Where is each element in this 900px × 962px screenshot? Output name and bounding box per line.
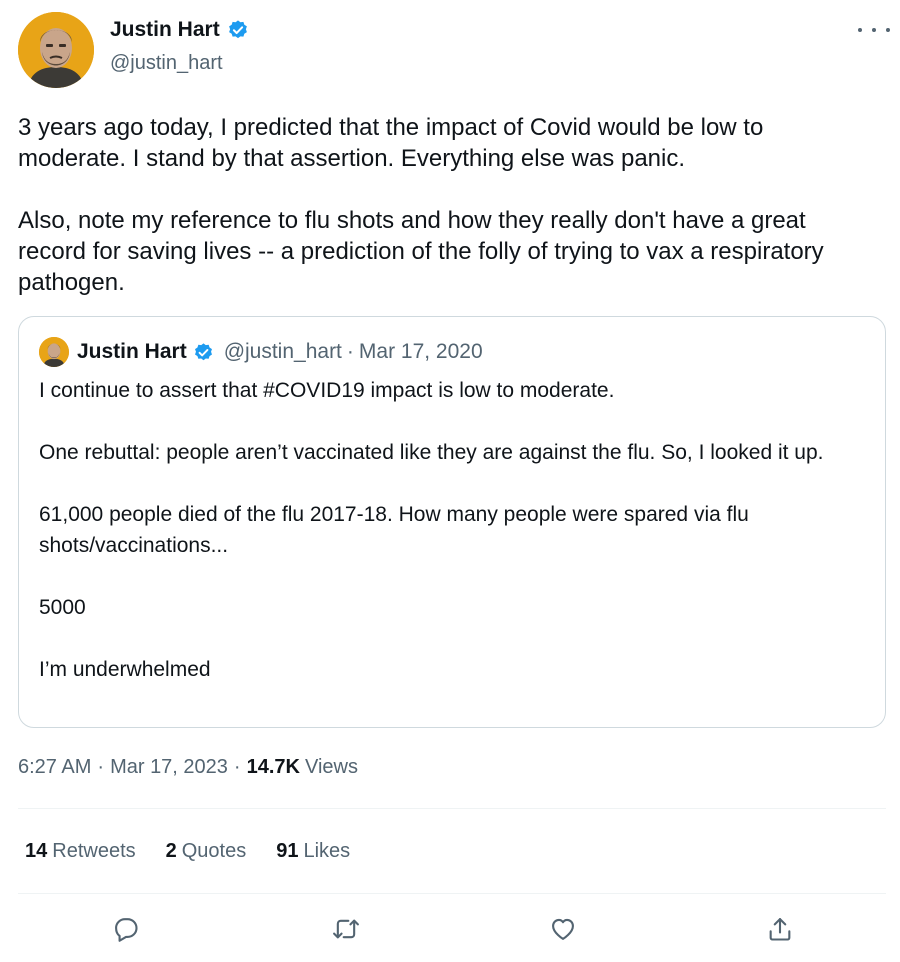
tweet-time[interactable]: 6:27 AM (18, 756, 91, 779)
quoted-tweet[interactable]: Justin Hart @justin_hart · Mar 17, 2020 … (18, 316, 886, 728)
quoted-tweet-text: I continue to assert that #COVID19 impac… (39, 379, 824, 681)
quoted-author-avatar (39, 337, 69, 367)
verified-badge-icon (227, 19, 249, 41)
retweet-icon[interactable] (329, 912, 363, 946)
dot-separator: · (97, 756, 105, 778)
share-icon[interactable] (763, 912, 797, 946)
quoted-author-handle: @justin_hart (223, 340, 342, 363)
retweets-count: 14 (25, 840, 48, 862)
avatar-portrait-icon (39, 337, 69, 367)
views-count: 14.7K (246, 756, 300, 778)
likes-label: Likes (303, 840, 351, 862)
divider (18, 893, 886, 894)
author-name-text: Justin Hart (110, 18, 220, 41)
reply-icon[interactable] (109, 912, 143, 946)
more-horizontal-icon[interactable] (858, 20, 890, 40)
tweet-actions (0, 910, 900, 950)
tweet-timestamp: 6:27 AM · Mar 17, 2023 · 14.7K Views (18, 756, 358, 779)
heart-icon[interactable] (546, 912, 580, 946)
views-label: Views (304, 756, 358, 778)
author-avatar[interactable] (18, 12, 94, 88)
quotes-stat[interactable]: 2 Quotes (166, 840, 247, 863)
divider (18, 808, 886, 809)
retweets-label: Retweets (52, 840, 136, 862)
tweet-text: 3 years ago today, I predicted that the … (18, 114, 824, 296)
avatar-portrait-icon (18, 12, 94, 88)
likes-count: 91 (276, 840, 299, 862)
tweet-date[interactable]: Mar 17, 2023 (110, 756, 228, 779)
retweets-stat[interactable]: 14 Retweets (25, 840, 136, 863)
quotes-count: 2 (165, 840, 177, 862)
dot-separator: · (346, 340, 354, 363)
author-name[interactable]: Justin Hart (110, 18, 249, 42)
engagement-stats: 14 Retweets 2 Quotes 91 Likes (25, 840, 380, 863)
verified-badge-icon (193, 342, 214, 363)
likes-stat[interactable]: 91 Likes (276, 840, 350, 863)
quoted-author-name: Justin Hart (77, 340, 187, 363)
quotes-label: Quotes (181, 840, 247, 862)
quoted-tweet-header: Justin Hart @justin_hart · Mar 17, 2020 (77, 337, 483, 367)
tweet-card: Justin Hart @justin_hart 3 years ago tod… (0, 0, 900, 962)
quoted-tweet-date: Mar 17, 2020 (358, 340, 483, 363)
dot-separator: · (233, 756, 241, 778)
author-handle[interactable]: @justin_hart (110, 52, 223, 75)
